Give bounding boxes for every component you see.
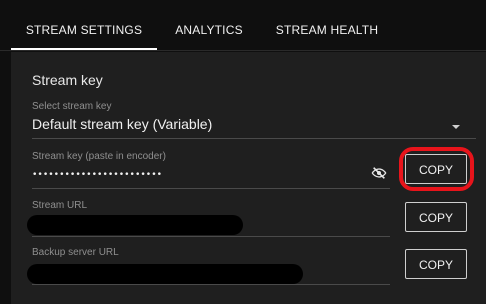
eye-slash-icon[interactable]	[369, 165, 389, 181]
select-stream-key-underline	[32, 138, 476, 139]
stream-url-label: Stream URL	[32, 200, 88, 211]
stream-key-field[interactable]: ••••••••••••••••••••••••	[32, 170, 162, 180]
tab-bar: STREAM SETTINGS ANALYTICS STREAM HEALTH	[0, 0, 486, 51]
stream-key-panel: Stream key Select stream key Default str…	[11, 52, 486, 304]
backup-url-underline	[32, 284, 390, 285]
copy-stream-url-button[interactable]: COPY	[405, 202, 467, 232]
chevron-down-icon[interactable]	[452, 125, 460, 129]
copy-stream-key-button[interactable]: COPY	[405, 154, 467, 184]
select-stream-key-label: Select stream key	[32, 101, 112, 112]
tab-analytics[interactable]: ANALYTICS	[163, 0, 255, 50]
tab-stream-settings[interactable]: STREAM SETTINGS	[11, 0, 157, 50]
select-stream-key-value[interactable]: Default stream key (Variable)	[32, 116, 212, 132]
copy-backup-url-button[interactable]: COPY	[405, 249, 467, 279]
backup-url-label: Backup server URL	[32, 247, 119, 258]
stream-key-label: Stream key (paste in encoder)	[32, 151, 166, 162]
stream-url-underline	[32, 236, 390, 237]
stream-key-underline	[32, 188, 390, 189]
tab-stream-health[interactable]: STREAM HEALTH	[266, 0, 388, 50]
backup-url-redaction	[27, 264, 303, 284]
section-title: Stream key	[32, 72, 103, 88]
stream-url-redaction	[27, 215, 243, 235]
